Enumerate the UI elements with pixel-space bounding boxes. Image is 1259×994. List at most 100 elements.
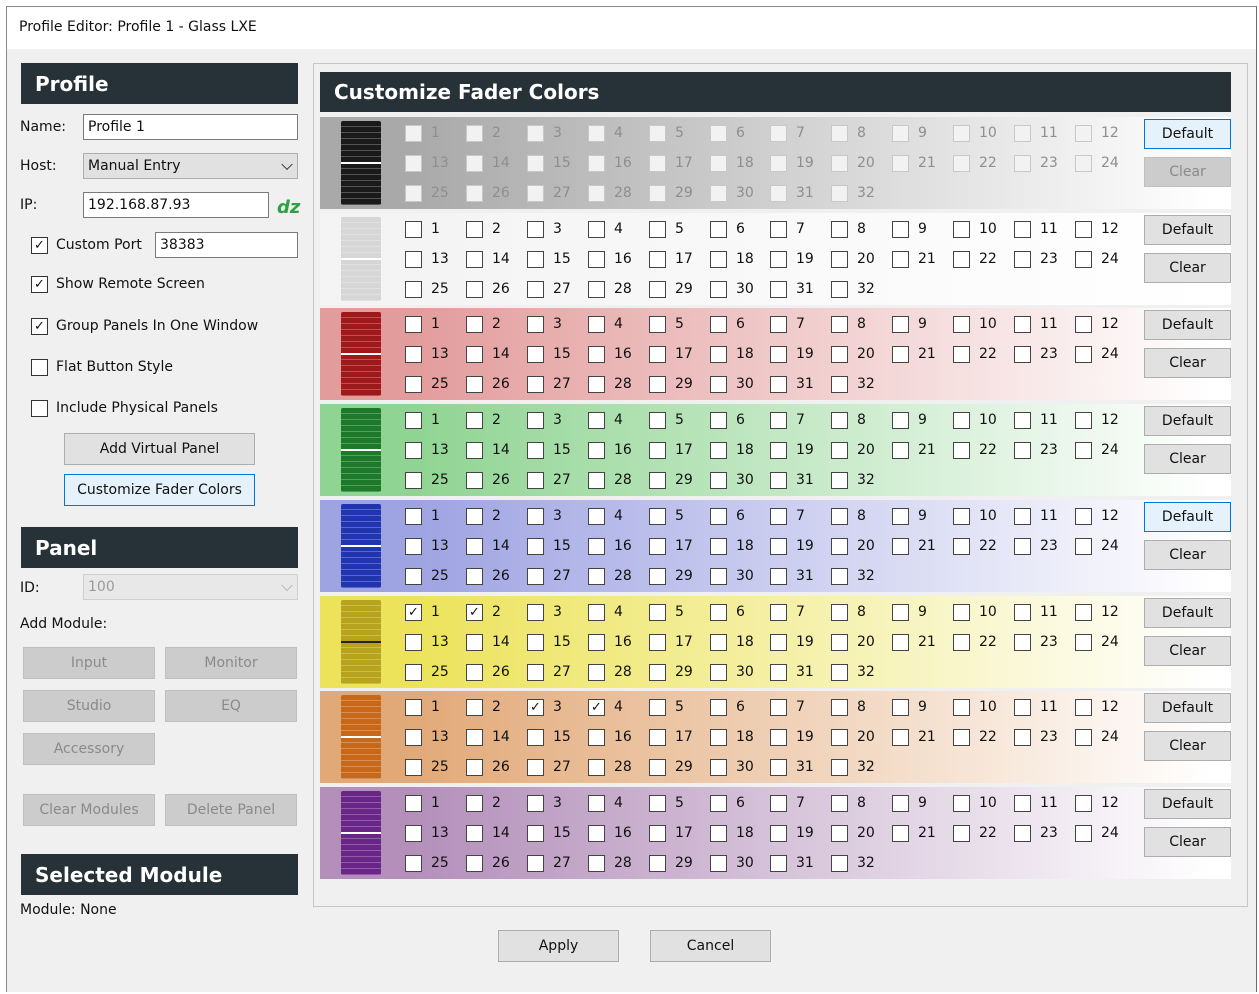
channel-checkbox-green-10[interactable] — [953, 412, 970, 429]
channel-checkbox-white-21[interactable] — [892, 251, 909, 268]
channel-checkbox-purple-3[interactable] — [527, 795, 544, 812]
channel-checkbox-red-17[interactable] — [649, 346, 666, 363]
channel-checkbox-red-22[interactable] — [953, 346, 970, 363]
channel-checkbox-orange-14[interactable] — [466, 729, 483, 746]
channel-checkbox-blue-14[interactable] — [466, 538, 483, 555]
channel-checkbox-blue-12[interactable] — [1075, 508, 1092, 525]
channel-checkbox-blue-31[interactable] — [770, 568, 787, 585]
channel-checkbox-green-16[interactable] — [588, 442, 605, 459]
channel-checkbox-yellow-5[interactable] — [649, 604, 666, 621]
channel-checkbox-yellow-8[interactable] — [831, 604, 848, 621]
clear-modules-button[interactable]: Clear Modules — [23, 794, 155, 826]
customize-fader-colors-button[interactable]: Customize Fader Colors — [64, 474, 255, 506]
ip-field[interactable]: 192.168.87.93 — [83, 192, 269, 218]
channel-checkbox-blue-20[interactable] — [831, 538, 848, 555]
clear-button-green[interactable]: Clear — [1144, 444, 1231, 474]
channel-checkbox-yellow-18[interactable] — [710, 634, 727, 651]
channel-checkbox-black-20[interactable] — [831, 155, 848, 172]
channel-checkbox-purple-26[interactable] — [466, 855, 483, 872]
channel-checkbox-black-8[interactable] — [831, 125, 848, 142]
channel-checkbox-green-3[interactable] — [527, 412, 544, 429]
channel-checkbox-purple-7[interactable] — [770, 795, 787, 812]
default-button-white[interactable]: Default — [1144, 215, 1231, 245]
channel-checkbox-red-26[interactable] — [466, 376, 483, 393]
channel-checkbox-orange-8[interactable] — [831, 699, 848, 716]
channel-checkbox-green-24[interactable] — [1075, 442, 1092, 459]
channel-checkbox-green-30[interactable] — [710, 472, 727, 489]
channel-checkbox-black-14[interactable] — [466, 155, 483, 172]
channel-checkbox-black-6[interactable] — [710, 125, 727, 142]
channel-checkbox-orange-26[interactable] — [466, 759, 483, 776]
channel-checkbox-white-22[interactable] — [953, 251, 970, 268]
channel-checkbox-blue-1[interactable] — [405, 508, 422, 525]
channel-checkbox-orange-11[interactable] — [1014, 699, 1031, 716]
channel-checkbox-black-29[interactable] — [649, 185, 666, 202]
host-dropdown[interactable]: Manual Entry — [83, 153, 298, 179]
channel-checkbox-black-27[interactable] — [527, 185, 544, 202]
channel-checkbox-green-7[interactable] — [770, 412, 787, 429]
apply-button[interactable]: Apply — [498, 930, 619, 962]
channel-checkbox-red-5[interactable] — [649, 316, 666, 333]
channel-checkbox-green-14[interactable] — [466, 442, 483, 459]
channel-checkbox-white-3[interactable] — [527, 221, 544, 238]
channel-checkbox-purple-6[interactable] — [710, 795, 727, 812]
channel-checkbox-blue-23[interactable] — [1014, 538, 1031, 555]
channel-checkbox-blue-32[interactable] — [831, 568, 848, 585]
channel-checkbox-blue-8[interactable] — [831, 508, 848, 525]
channel-checkbox-black-24[interactable] — [1075, 155, 1092, 172]
channel-checkbox-purple-23[interactable] — [1014, 825, 1031, 842]
channel-checkbox-purple-20[interactable] — [831, 825, 848, 842]
channel-checkbox-green-26[interactable] — [466, 472, 483, 489]
channel-checkbox-yellow-31[interactable] — [770, 664, 787, 681]
channel-checkbox-white-15[interactable] — [527, 251, 544, 268]
channel-checkbox-white-6[interactable] — [710, 221, 727, 238]
channel-checkbox-white-13[interactable] — [405, 251, 422, 268]
clear-button-red[interactable]: Clear — [1144, 348, 1231, 378]
channel-checkbox-orange-25[interactable] — [405, 759, 422, 776]
channel-checkbox-black-28[interactable] — [588, 185, 605, 202]
channel-checkbox-purple-22[interactable] — [953, 825, 970, 842]
channel-checkbox-orange-20[interactable] — [831, 729, 848, 746]
channel-checkbox-red-2[interactable] — [466, 316, 483, 333]
channel-checkbox-black-23[interactable] — [1014, 155, 1031, 172]
channel-checkbox-white-10[interactable] — [953, 221, 970, 238]
channel-checkbox-orange-31[interactable] — [770, 759, 787, 776]
channel-checkbox-orange-9[interactable] — [892, 699, 909, 716]
channel-checkbox-green-4[interactable] — [588, 412, 605, 429]
channel-checkbox-blue-17[interactable] — [649, 538, 666, 555]
channel-checkbox-white-23[interactable] — [1014, 251, 1031, 268]
channel-checkbox-purple-11[interactable] — [1014, 795, 1031, 812]
channel-checkbox-green-12[interactable] — [1075, 412, 1092, 429]
channel-checkbox-black-19[interactable] — [770, 155, 787, 172]
channel-checkbox-yellow-32[interactable] — [831, 664, 848, 681]
channel-checkbox-black-9[interactable] — [892, 125, 909, 142]
channel-checkbox-white-28[interactable] — [588, 281, 605, 298]
channel-checkbox-white-12[interactable] — [1075, 221, 1092, 238]
default-button-red[interactable]: Default — [1144, 310, 1231, 340]
channel-checkbox-orange-27[interactable] — [527, 759, 544, 776]
channel-checkbox-black-4[interactable] — [588, 125, 605, 142]
channel-checkbox-red-9[interactable] — [892, 316, 909, 333]
channel-checkbox-green-21[interactable] — [892, 442, 909, 459]
channel-checkbox-black-10[interactable] — [953, 125, 970, 142]
channel-checkbox-white-32[interactable] — [831, 281, 848, 298]
channel-checkbox-green-23[interactable] — [1014, 442, 1031, 459]
channel-checkbox-blue-10[interactable] — [953, 508, 970, 525]
channel-checkbox-orange-22[interactable] — [953, 729, 970, 746]
channel-checkbox-orange-24[interactable] — [1075, 729, 1092, 746]
cancel-button[interactable]: Cancel — [650, 930, 771, 962]
channel-checkbox-black-13[interactable] — [405, 155, 422, 172]
channel-checkbox-white-30[interactable] — [710, 281, 727, 298]
channel-checkbox-green-31[interactable] — [770, 472, 787, 489]
channel-checkbox-purple-29[interactable] — [649, 855, 666, 872]
channel-checkbox-white-9[interactable] — [892, 221, 909, 238]
channel-checkbox-red-31[interactable] — [770, 376, 787, 393]
channel-checkbox-orange-6[interactable] — [710, 699, 727, 716]
channel-checkbox-orange-15[interactable] — [527, 729, 544, 746]
channel-checkbox-blue-2[interactable] — [466, 508, 483, 525]
channel-checkbox-orange-12[interactable] — [1075, 699, 1092, 716]
channel-checkbox-black-25[interactable] — [405, 185, 422, 202]
channel-checkbox-green-11[interactable] — [1014, 412, 1031, 429]
channel-checkbox-green-19[interactable] — [770, 442, 787, 459]
channel-checkbox-red-7[interactable] — [770, 316, 787, 333]
